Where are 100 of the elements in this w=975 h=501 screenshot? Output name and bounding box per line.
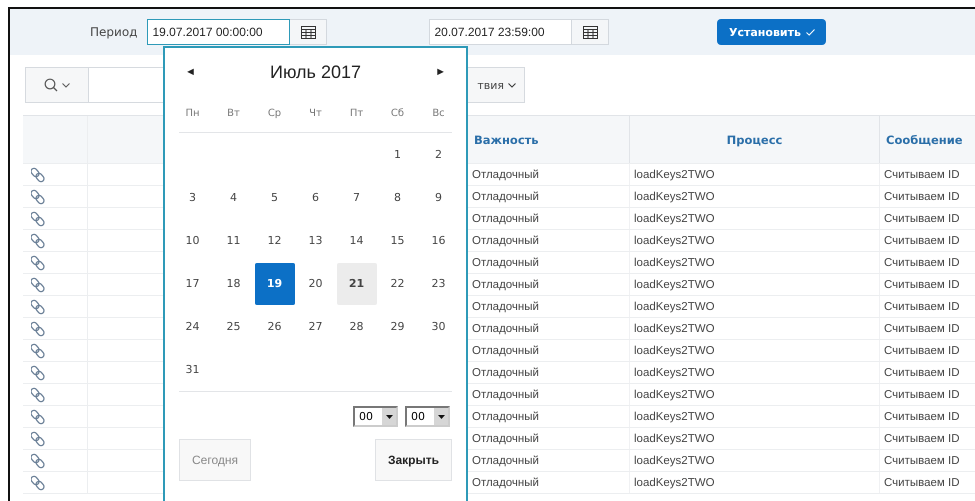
- table-cell: Отладочный: [472, 256, 539, 268]
- calendar-day[interactable]: 1: [378, 134, 418, 176]
- table-cell: Отладочный: [472, 300, 539, 312]
- table-cell: Считываем ID: [884, 212, 960, 224]
- link-icon: [31, 254, 45, 270]
- table-cell: Считываем ID: [884, 300, 960, 312]
- table-cell: Отладочный: [472, 388, 539, 400]
- calendar-day[interactable]: 11: [214, 220, 254, 262]
- table-cell: Считываем ID: [884, 432, 960, 444]
- calendar-day[interactable]: 18: [214, 262, 254, 304]
- calendar-day[interactable]: 27: [296, 306, 336, 348]
- link-icon: [31, 232, 45, 248]
- calendar-day[interactable]: 16: [418, 220, 458, 262]
- table-cell: Отладочный: [472, 212, 539, 224]
- calendar-day[interactable]: 9: [418, 176, 458, 218]
- table-cell: Считываем ID: [884, 388, 960, 400]
- chevron-down-icon: [62, 82, 70, 88]
- table-cell: Отладочный: [472, 234, 539, 246]
- table-cell: loadKeys2TWO: [634, 432, 715, 444]
- calendar-day[interactable]: 15: [378, 220, 418, 262]
- table-cell: loadKeys2TWO: [634, 168, 715, 180]
- weekday-label: Пт: [348, 107, 364, 121]
- calendar-day[interactable]: 7: [336, 176, 376, 218]
- link-icon: [31, 298, 45, 314]
- close-button[interactable]: Закрыть: [374, 439, 452, 481]
- calendar-day[interactable]: 5: [254, 176, 294, 218]
- calendar-day[interactable]: 25: [214, 306, 254, 348]
- table-cell: Считываем ID: [884, 234, 960, 246]
- hour-select[interactable]: 00: [353, 406, 398, 427]
- calendar-day[interactable]: 19: [254, 262, 294, 304]
- calendar-day[interactable]: 31: [172, 348, 212, 390]
- calendar-day[interactable]: 3: [172, 176, 212, 218]
- link-icon: [31, 276, 45, 292]
- calendar-day[interactable]: 10: [172, 220, 212, 262]
- weekday-label: Вт: [226, 107, 241, 121]
- dropdown-arrow-icon: [386, 414, 392, 418]
- table-cell: Считываем ID: [884, 278, 960, 290]
- link-icon: [31, 188, 45, 204]
- table-cell: loadKeys2TWO: [634, 410, 715, 422]
- dropdown-arrow-icon: [438, 414, 444, 418]
- column-header[interactable]: Сообщение: [880, 116, 975, 163]
- table-cell: Считываем ID: [884, 476, 960, 488]
- calendar-day[interactable]: 21: [336, 262, 376, 304]
- calendar-day[interactable]: 29: [378, 306, 418, 348]
- table-cell: loadKeys2TWO: [634, 190, 715, 202]
- weekday-label: Пн: [184, 107, 201, 121]
- date-from-field[interactable]: 19.07.2017 00:00:00: [147, 19, 290, 45]
- link-icon: [31, 342, 45, 358]
- weekday-label: Вс: [431, 107, 446, 121]
- weekday-label: Сб: [390, 107, 406, 121]
- calendar-day[interactable]: 28: [336, 306, 376, 348]
- calendar-day[interactable]: 13: [296, 220, 336, 262]
- table-cell: loadKeys2TWO: [634, 366, 715, 378]
- link-icon: [31, 452, 45, 468]
- link-icon: [31, 320, 45, 336]
- table-cell: Отладочный: [472, 278, 539, 290]
- calendar-day[interactable]: 22: [378, 262, 418, 304]
- search-button[interactable]: [25, 67, 89, 103]
- previous-month-button[interactable]: ◄: [185, 66, 196, 78]
- calendar-day[interactable]: 20: [296, 262, 336, 304]
- calendar-day[interactable]: 30: [418, 306, 458, 348]
- calendar-day[interactable]: 14: [336, 220, 376, 262]
- table-cell: Считываем ID: [884, 322, 960, 334]
- minute-select[interactable]: 00: [405, 406, 450, 427]
- table-cell: loadKeys2TWO: [634, 256, 715, 268]
- link-icon: [31, 386, 45, 402]
- search-icon: [44, 78, 58, 92]
- calendar-icon: [582, 26, 598, 38]
- calendar-day[interactable]: 23: [418, 262, 458, 304]
- table-cell: Отладочный: [472, 476, 539, 488]
- calendar-button[interactable]: [290, 19, 328, 45]
- table-cell: loadKeys2TWO: [634, 344, 715, 356]
- apply-button[interactable]: Установить: [717, 19, 826, 45]
- calendar-day[interactable]: 26: [254, 306, 294, 348]
- table-cell: Считываем ID: [884, 256, 960, 268]
- link-icon: [31, 210, 45, 226]
- calendar-day[interactable]: 2: [418, 134, 458, 176]
- date-to-field[interactable]: 20.07.2017 23:59:00: [429, 19, 572, 45]
- table-cell: Считываем ID: [884, 454, 960, 466]
- column-header[interactable]: Процесс: [630, 116, 880, 163]
- calendar-day[interactable]: 6: [296, 176, 336, 218]
- table-cell: Считываем ID: [884, 168, 960, 180]
- next-month-button[interactable]: ►: [435, 66, 446, 78]
- link-icon: [31, 166, 45, 182]
- calendar-day[interactable]: 24: [172, 306, 212, 348]
- table-cell: Отладочный: [472, 344, 539, 356]
- link-icon: [31, 430, 45, 446]
- calendar-day[interactable]: 4: [214, 176, 254, 218]
- table-cell: loadKeys2TWO: [634, 388, 715, 400]
- table-cell: Считываем ID: [884, 190, 960, 202]
- calendar-day[interactable]: 17: [172, 262, 212, 304]
- calendar-day[interactable]: 8: [378, 176, 418, 218]
- calendar-icon: [300, 26, 316, 38]
- table-cell: Отладочный: [472, 168, 539, 180]
- table-cell: loadKeys2TWO: [634, 322, 715, 334]
- calendar-day[interactable]: 12: [254, 220, 294, 262]
- table-cell: loadKeys2TWO: [634, 454, 715, 466]
- calendar-button[interactable]: [572, 19, 610, 45]
- weekday-label: Ср: [266, 107, 282, 121]
- table-cell: loadKeys2TWO: [634, 212, 715, 224]
